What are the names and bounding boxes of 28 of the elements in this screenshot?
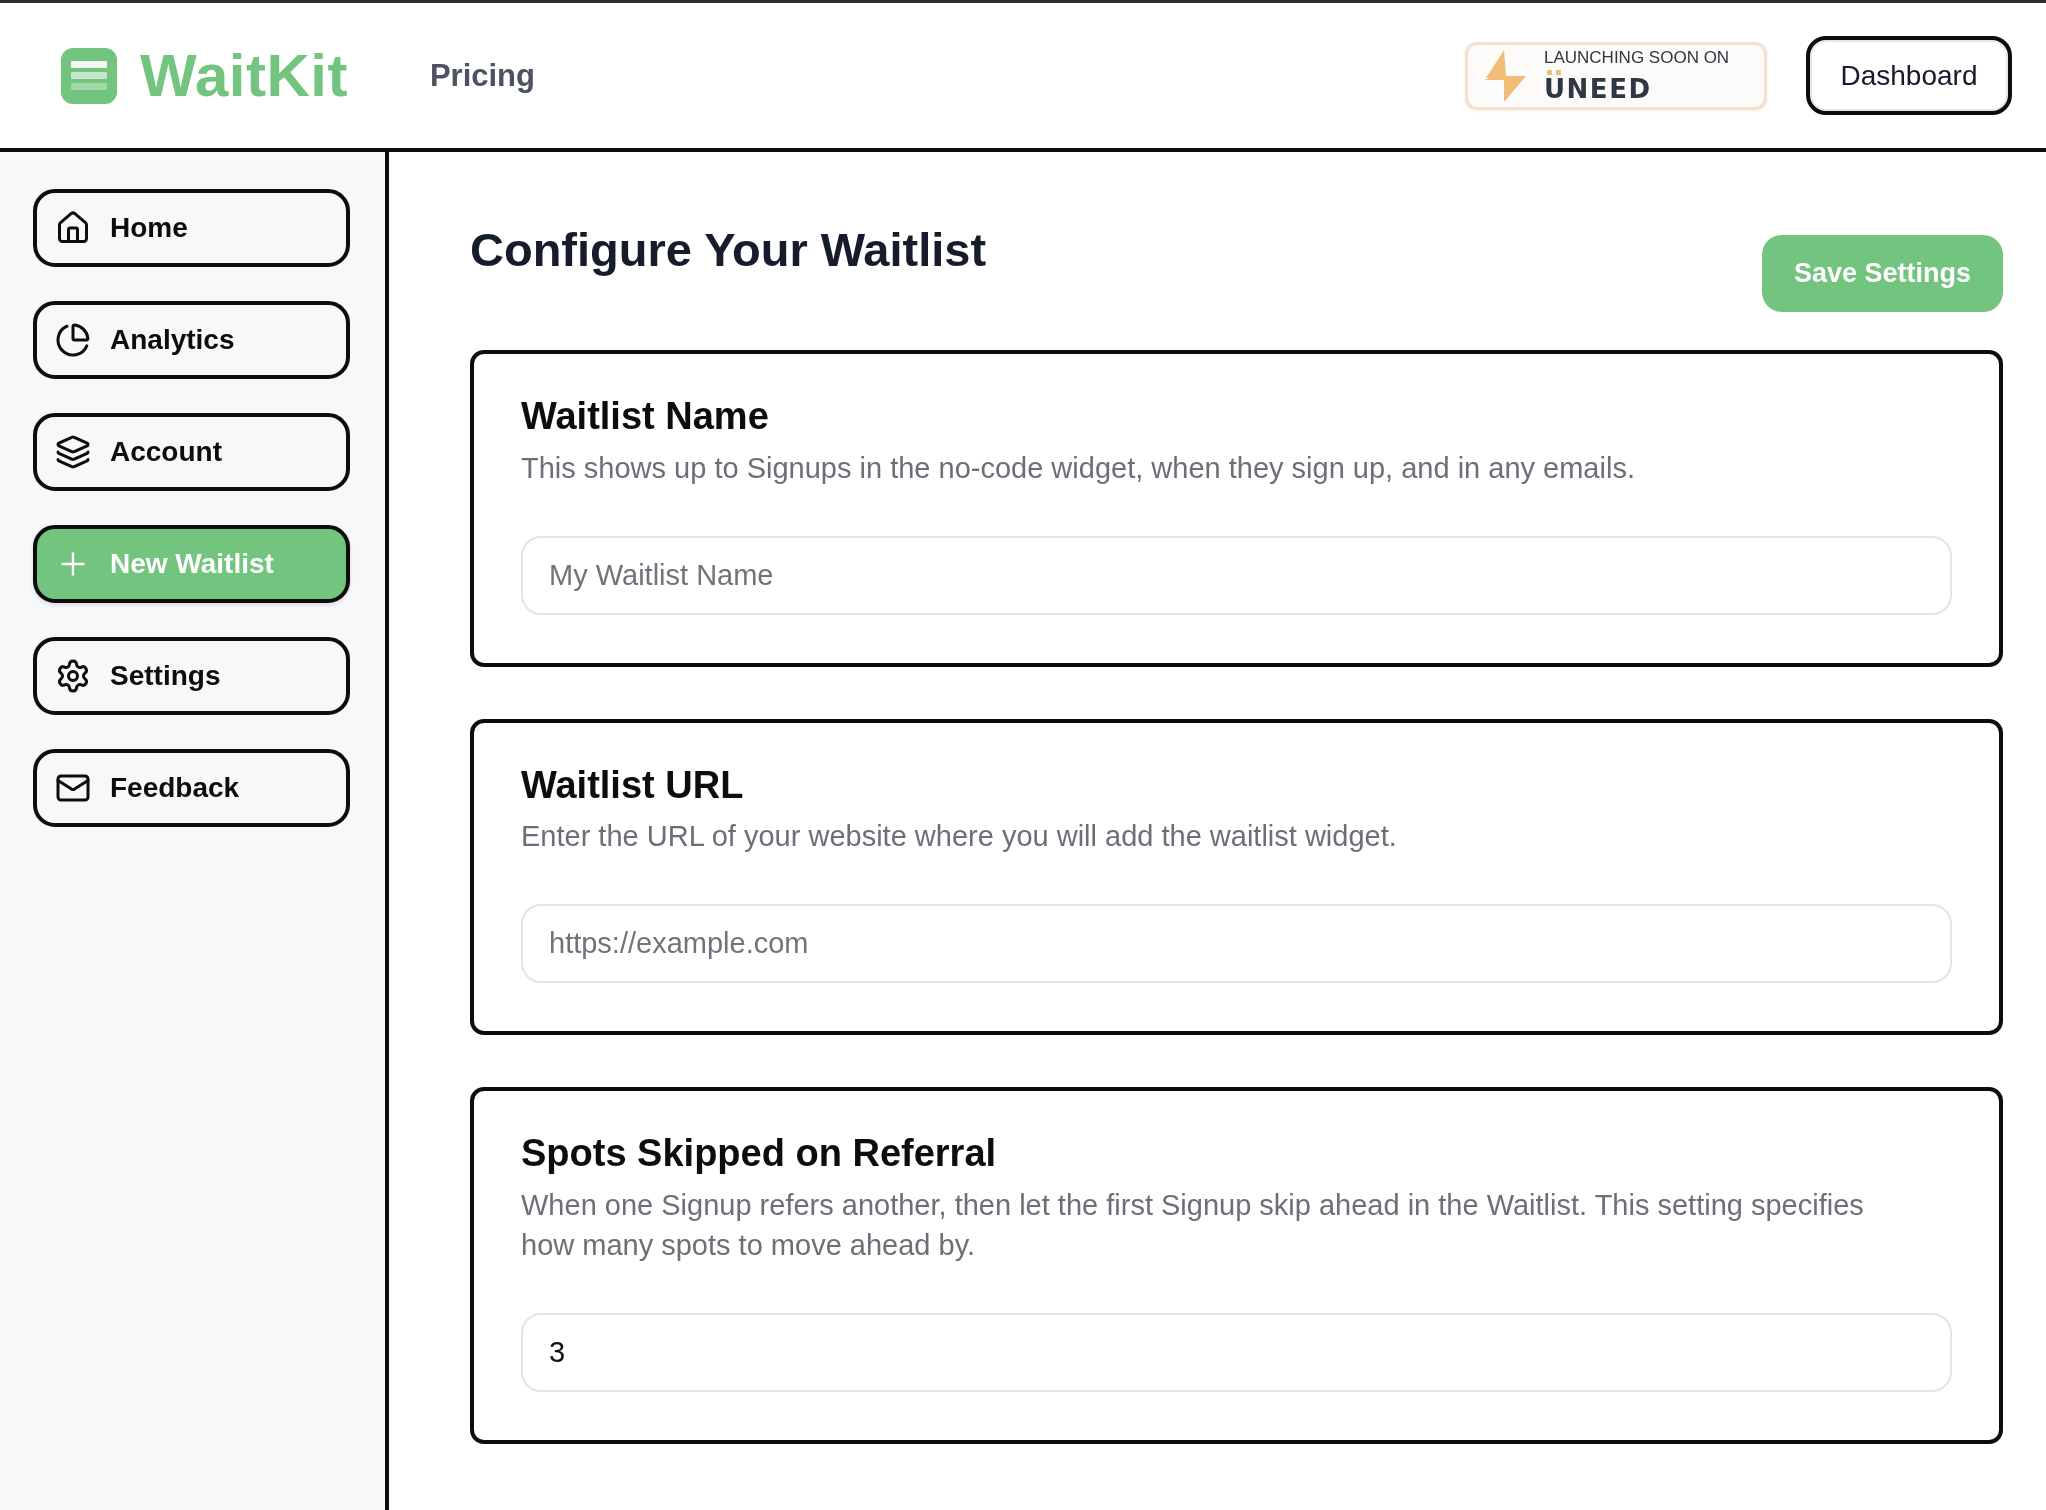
card-title: Waitlist URL (521, 762, 745, 808)
dots-icon (1547, 70, 1561, 76)
card-description: Enter the URL of your website where you will add the waitlist widget. (521, 819, 1398, 855)
sidebar-item[interactable]: Account (33, 413, 350, 491)
card-title: Spots Skipped on Referral (521, 1131, 998, 1177)
settings-icon (55, 658, 91, 694)
home-icon (55, 210, 91, 246)
badge-caption: LAUNCHING SOON ON (1544, 48, 1730, 68)
input-field[interactable]: My Waitlist Name (521, 535, 1952, 615)
logo-text: WaitKit (140, 45, 348, 106)
sidebar-item[interactable]: Feedback (33, 749, 350, 827)
card-title: Waitlist Name (521, 394, 770, 439)
page-title: Configure Your Waitlist (470, 222, 987, 278)
layers-icon (55, 434, 91, 470)
sidebar-item[interactable]: Analytics (33, 301, 350, 379)
card-description: When one Signup refers another, then let the first Signup skip ahead in the Waitlist. This setting specifies how many spots to move ahead by. (521, 1187, 1865, 1263)
lightning-bolt-icon (1484, 49, 1526, 102)
pie-chart-icon (55, 322, 91, 358)
sidebar-item[interactable]: Home (33, 189, 350, 267)
input-field[interactable]: 3 (521, 1312, 1952, 1392)
launch-badge[interactable]: LAUNCHING SOON ON UNEED (1465, 41, 1767, 110)
nav-link[interactable]: Pricing (429, 57, 535, 94)
card-description: This shows up to Signups in the no-code widget, when they sign up, and in any emails. (521, 450, 1636, 486)
logo-icon (61, 47, 117, 104)
badge-brand: UNEED (1544, 76, 1653, 103)
input-field[interactable]: https://example.com (521, 904, 1952, 984)
sidebar-item[interactable]: Settings (33, 637, 350, 715)
dashboard-button[interactable]: Dashboard (1806, 36, 2012, 115)
